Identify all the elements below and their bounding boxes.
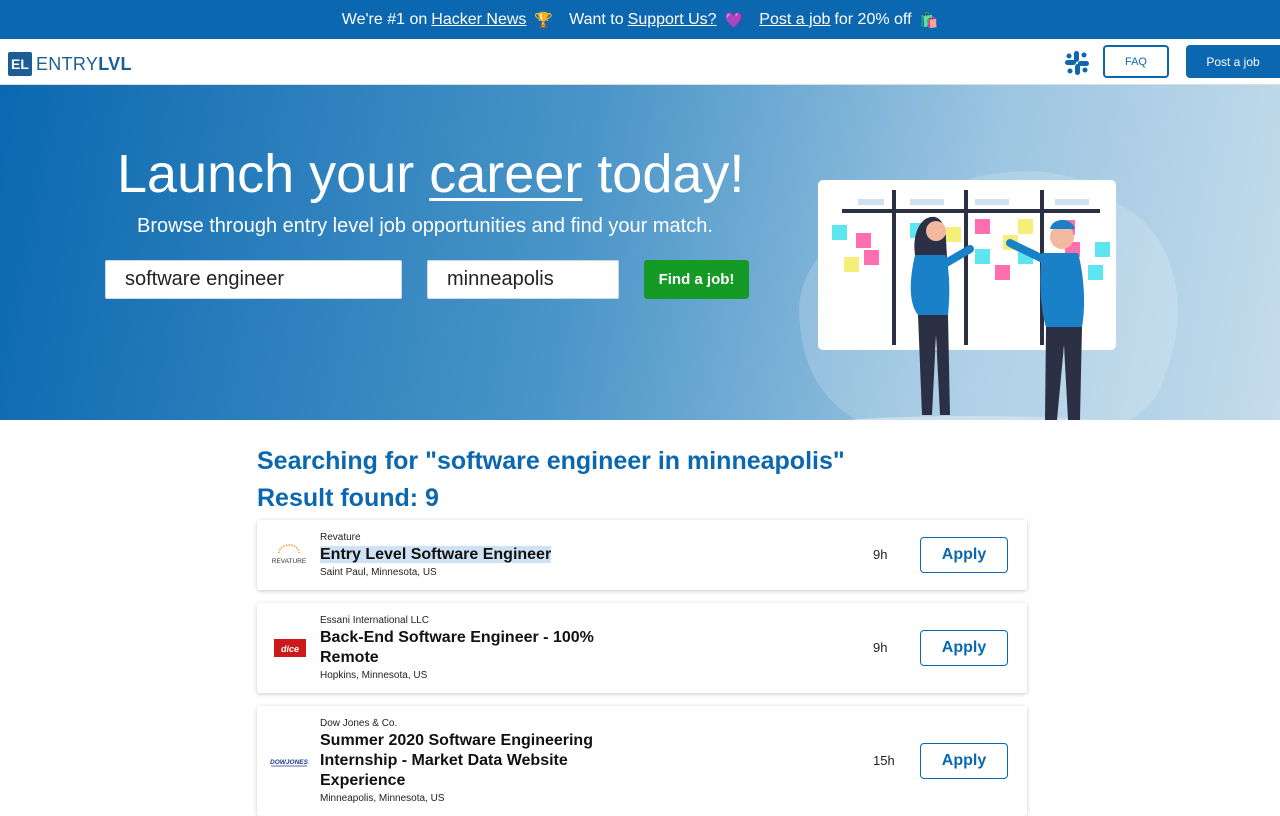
- search-results-heading: Searching for "software engineer in minn…: [257, 447, 845, 475]
- post-job-button[interactable]: Post a job: [1186, 45, 1280, 78]
- logo[interactable]: EL ENTRYLVL: [8, 52, 132, 76]
- posted-age: 9h: [873, 640, 888, 655]
- banner-support: Want to Support Us? 💜: [569, 11, 743, 29]
- hacker-news-link[interactable]: Hacker News: [431, 11, 526, 29]
- location-input[interactable]: minneapolis: [427, 260, 619, 299]
- job-card[interactable]: REVATURE Revature Entry Level Software E…: [257, 520, 1027, 590]
- apply-button[interactable]: Apply: [920, 537, 1008, 573]
- banner-post-job: Post a job for 20% off 🛍️: [759, 11, 938, 29]
- posted-age: 9h: [873, 547, 888, 562]
- banner-text: We're #1 on: [341, 10, 428, 28]
- slack-icon[interactable]: [1064, 50, 1090, 76]
- announcement-banner: We're #1 on Hacker News 🏆 Want to Suppor…: [0, 0, 1280, 39]
- job-location: Minneapolis, Minnesota, US: [320, 793, 445, 804]
- apply-button[interactable]: Apply: [920, 630, 1008, 666]
- hero-title: Launch your career today!: [117, 144, 745, 204]
- job-search-input[interactable]: software engineer: [105, 260, 402, 299]
- banner-hacker-news: We're #1 on Hacker News 🏆: [342, 11, 553, 29]
- dice-logo-icon: dice: [274, 639, 306, 657]
- job-title[interactable]: Summer 2020 Software Engineering Interns…: [320, 731, 630, 791]
- trophy-icon: 🏆: [534, 11, 554, 29]
- svg-text:dice: dice: [281, 644, 299, 654]
- revature-logo-icon: REVATURE: [272, 544, 307, 565]
- company-name: Essani International LLC: [320, 615, 429, 626]
- svg-text:REVATURE: REVATURE: [272, 558, 307, 565]
- people-at-board-illustration: [799, 171, 1178, 420]
- company-logo: DOWJONES: [267, 749, 311, 773]
- posted-age: 15h: [873, 753, 895, 768]
- company-logo: dice: [267, 636, 311, 660]
- dow-jones-logo-icon: DOWJONES: [270, 759, 309, 767]
- svg-text:DOWJONES: DOWJONES: [270, 759, 309, 766]
- company-name: Dow Jones & Co.: [320, 718, 398, 729]
- job-location: Hopkins, Minnesota, US: [320, 670, 428, 681]
- job-title[interactable]: Back-End Software Engineer - 100% Remote: [320, 628, 630, 668]
- logo-mark: EL: [8, 52, 32, 76]
- job-card[interactable]: dice Essani International LLC Back-End S…: [257, 603, 1027, 693]
- banner-text: for 20% off: [834, 10, 912, 28]
- banner-text: Want to: [569, 10, 624, 28]
- job-location: Saint Paul, Minnesota, US: [320, 567, 437, 578]
- shopping-bags-icon: 🛍️: [919, 11, 939, 29]
- faq-button[interactable]: FAQ: [1103, 45, 1169, 78]
- company-logo: REVATURE: [267, 543, 311, 567]
- apply-button[interactable]: Apply: [920, 743, 1008, 779]
- hero-section: Launch your career today! Browse through…: [0, 85, 1280, 420]
- post-job-banner-link[interactable]: Post a job: [759, 11, 830, 29]
- company-name: Revature: [320, 532, 361, 543]
- job-title[interactable]: Entry Level Software Engineer: [320, 545, 630, 565]
- heart-icon: 💜: [724, 11, 744, 29]
- find-job-button[interactable]: Find a job!: [644, 260, 749, 299]
- support-us-link[interactable]: Support Us?: [628, 11, 717, 29]
- results-count: Result found: 9: [257, 484, 439, 512]
- logo-text: ENTRYLVL: [36, 53, 132, 74]
- hero-subtitle: Browse through entry level job opportuni…: [137, 215, 713, 237]
